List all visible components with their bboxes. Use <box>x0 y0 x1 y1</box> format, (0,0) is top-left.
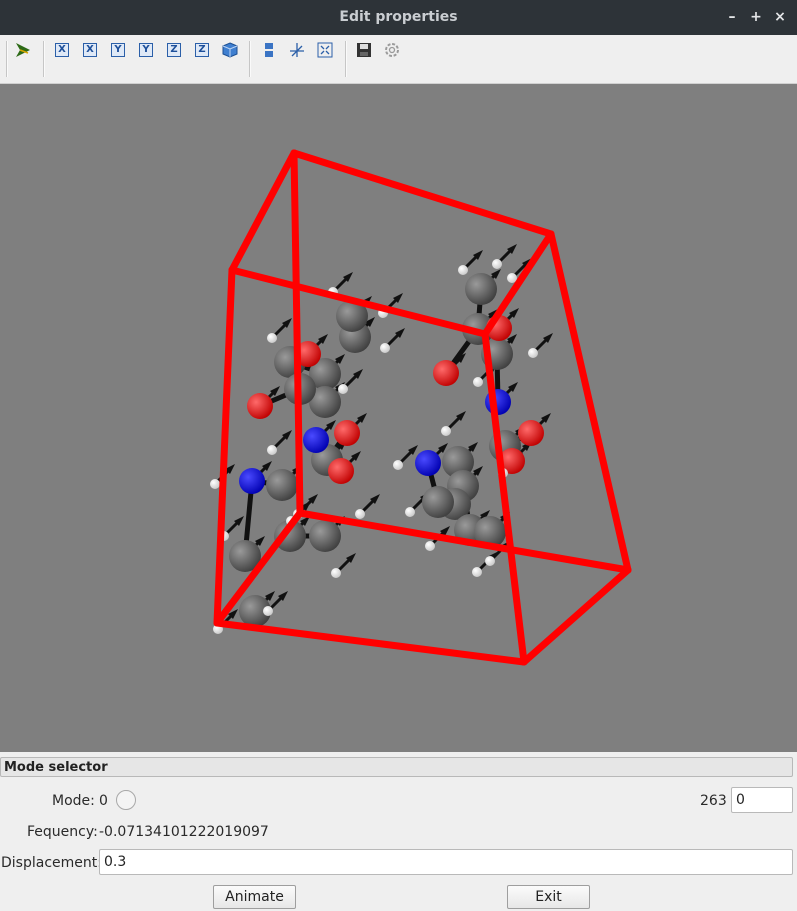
displacement-label: Displacement: <box>1 855 102 871</box>
layers-icon[interactable] <box>260 41 278 59</box>
minimize-button[interactable]: – <box>724 8 740 26</box>
view-z-icon[interactable]: Z <box>165 41 183 59</box>
view-minus-z-icon[interactable]: Z <box>193 41 211 59</box>
carbon-atom <box>465 273 497 305</box>
exit-button[interactable]: Exit <box>507 885 590 909</box>
axis-z-label: Z <box>195 43 209 57</box>
frequency-value: -0.07134101222019097 <box>99 824 269 840</box>
hydrogen-atom <box>528 348 538 358</box>
toolbar: X X Y Y Z Z <box>0 35 797 84</box>
carbon-atom <box>266 469 298 501</box>
hydrogen-atom <box>405 507 415 517</box>
fit-icon[interactable] <box>316 41 334 59</box>
axes-icon[interactable] <box>288 41 306 59</box>
hydrogen-atom <box>263 606 273 616</box>
axis-x-label: X <box>83 43 97 57</box>
hydrogen-atom <box>472 567 482 577</box>
hydrogen-atom <box>267 333 277 343</box>
oxygen-atom <box>334 420 360 446</box>
window-titlebar: Edit properties – + × <box>0 0 797 35</box>
toolbar-separator <box>43 41 45 77</box>
mode-radio[interactable] <box>116 790 136 810</box>
unit-cell <box>213 149 632 666</box>
hydrogen-atom <box>492 259 502 269</box>
hydrogen-atom <box>331 568 341 578</box>
select-arrow-icon[interactable] <box>14 41 32 59</box>
hydrogen-atom <box>485 556 495 566</box>
carbon-atom <box>309 520 341 552</box>
settings-icon[interactable] <box>383 41 401 59</box>
view-minus-x-icon[interactable]: X <box>81 41 99 59</box>
maximize-button[interactable]: + <box>748 8 764 26</box>
nitrogen-atom <box>239 468 265 494</box>
hydrogen-atom <box>425 541 435 551</box>
save-icon[interactable] <box>355 41 373 59</box>
view-y-icon[interactable]: Y <box>109 41 127 59</box>
hydrogen-atom <box>473 377 483 387</box>
displacement-input[interactable]: 0.3 <box>99 849 793 875</box>
mode-selector-header: Mode selector <box>0 757 793 777</box>
oxygen-atom <box>247 393 273 419</box>
nitrogen-atom <box>303 427 329 453</box>
hydrogen-atom <box>380 343 390 353</box>
axis-y-label: Y <box>139 43 153 57</box>
hydrogen-atom <box>393 460 403 470</box>
oxygen-atom <box>328 458 354 484</box>
hydrogen-atom <box>338 384 348 394</box>
view-minus-y-icon[interactable]: Y <box>137 41 155 59</box>
animate-button[interactable]: Animate <box>213 885 296 909</box>
cube-icon[interactable] <box>221 41 239 59</box>
frequency-label: Fequency: <box>27 824 98 840</box>
axis-x-label: X <box>55 43 69 57</box>
window-title: Edit properties <box>339 9 458 25</box>
hydrogen-atom <box>355 509 365 519</box>
carbon-atom <box>422 486 454 518</box>
hydrogen-atom <box>267 445 277 455</box>
hydrogen-atom <box>210 479 220 489</box>
mode-input[interactable]: 0 <box>731 787 793 813</box>
hydrogen-atom <box>441 426 451 436</box>
molecule-scene <box>210 149 632 666</box>
nitrogen-atom <box>415 450 441 476</box>
molecule-viewport[interactable] <box>0 84 797 752</box>
toolbar-separator <box>6 41 8 77</box>
toolbar-separator <box>249 41 251 77</box>
axis-z-label: Z <box>167 43 181 57</box>
mode-max-label: 263 <box>700 793 727 809</box>
mode-value: 0 <box>99 793 108 809</box>
oxygen-atom <box>518 420 544 446</box>
hydrogen-atom <box>458 265 468 275</box>
oxygen-atom <box>433 360 459 386</box>
view-x-icon[interactable]: X <box>53 41 71 59</box>
mode-label: Mode: <box>52 793 95 809</box>
axis-y-label: Y <box>111 43 125 57</box>
toolbar-separator <box>345 41 347 77</box>
close-button[interactable]: × <box>772 8 788 26</box>
